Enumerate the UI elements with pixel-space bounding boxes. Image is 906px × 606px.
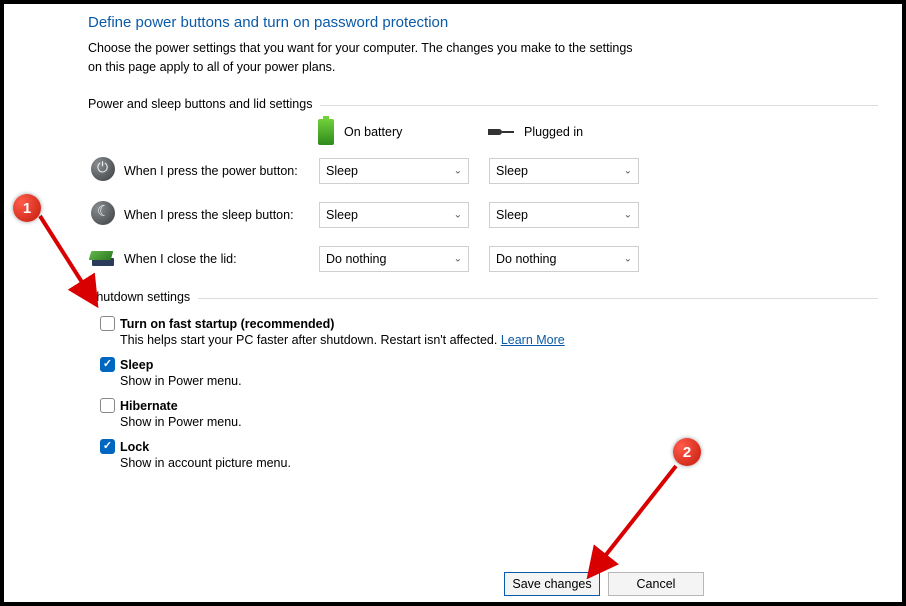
lock-label: Lock [120,440,149,454]
save-changes-button[interactable]: Save changes [504,572,600,596]
fast-startup-checkbox[interactable] [100,316,115,331]
sleep-row: Sleep Show in Power menu. [100,357,878,388]
sleep-label: Sleep [120,358,153,372]
sleep-plugged-select[interactable]: Sleep⌄ [489,202,639,228]
column-headers: On battery Plugged in [88,119,878,145]
hibernate-label: Hibernate [120,399,178,413]
shutdown-section-header: Shutdown settings [88,290,878,306]
power-icon [91,157,115,181]
fast-startup-desc: This helps start your PC faster after sh… [120,333,501,347]
power-section-header: Power and sleep buttons and lid settings [88,97,878,113]
window-frame: Define power buttons and turn on passwor… [0,0,906,606]
chevron-down-icon: ⌄ [624,209,632,220]
sleep-button-row: When I press the sleep button: Sleep⌄ Sl… [88,195,878,235]
sleep-button-label: When I press the sleep button: [124,208,319,222]
hibernate-desc: Show in Power menu. [120,415,878,429]
sleep-battery-select[interactable]: Sleep⌄ [319,202,469,228]
sleep-checkbox[interactable] [100,357,115,372]
hibernate-checkbox[interactable] [100,398,115,413]
chevron-down-icon: ⌄ [454,165,462,176]
chevron-down-icon: ⌄ [454,253,462,264]
chevron-down-icon: ⌄ [454,209,462,220]
cancel-button[interactable]: Cancel [608,572,704,596]
fast-startup-label: Turn on fast startup (recommended) [120,317,334,331]
hibernate-row: Hibernate Show in Power menu. [100,398,878,429]
on-battery-label: On battery [344,125,402,139]
power-button-row: When I press the power button: Sleep⌄ Sl… [88,151,878,191]
fast-startup-row: Turn on fast startup (recommended) This … [100,316,878,347]
page-desc: Choose the power settings that you want … [88,39,648,77]
sleep-desc: Show in Power menu. [120,374,878,388]
plug-icon [488,125,516,139]
lid-label: When I close the lid: [124,252,319,266]
lid-battery-select[interactable]: Do nothing⌄ [319,246,469,272]
power-battery-select[interactable]: Sleep⌄ [319,158,469,184]
lock-row: Lock Show in account picture menu. [100,439,878,470]
callout-2: 2 [673,438,701,466]
moon-icon [91,201,115,225]
power-button-label: When I press the power button: [124,164,319,178]
lid-row: When I close the lid: Do nothing⌄ Do not… [88,239,878,279]
chevron-down-icon: ⌄ [624,253,632,264]
laptop-lid-icon [90,248,116,266]
lid-plugged-select[interactable]: Do nothing⌄ [489,246,639,272]
lock-desc: Show in account picture menu. [120,456,878,470]
battery-icon [318,119,334,145]
page-title: Define power buttons and turn on passwor… [88,14,878,31]
plugged-in-label: Plugged in [524,125,583,139]
chevron-down-icon: ⌄ [624,165,632,176]
lock-checkbox[interactable] [100,439,115,454]
callout-1: 1 [13,194,41,222]
learn-more-link[interactable]: Learn More [501,333,565,347]
power-plugged-select[interactable]: Sleep⌄ [489,158,639,184]
